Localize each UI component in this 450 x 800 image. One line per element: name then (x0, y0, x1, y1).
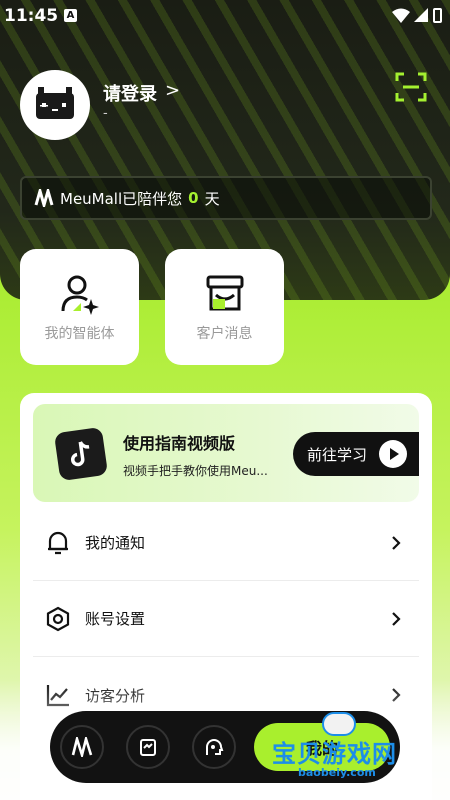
scan-icon[interactable] (395, 72, 427, 102)
menu-item-label: 访客分析 (85, 686, 146, 705)
chart-line-icon (46, 685, 69, 707)
status-time: 11:45 (4, 6, 59, 26)
tab-home[interactable] (60, 725, 104, 769)
chevron-right-icon (392, 688, 401, 702)
menu-item-label: 我的通知 (85, 534, 146, 552)
go-learn-label: 前往学习 (307, 445, 368, 464)
accompany-days: 0 (188, 189, 199, 207)
guide-title: 使用指南视频版 (123, 434, 236, 453)
chevron-right-icon (392, 611, 401, 626)
agent-user-icon (61, 275, 99, 315)
signal-icon (414, 8, 428, 22)
guide-subtitle: 视频手把手教你使用Meu... (123, 464, 268, 478)
tab-tasks[interactable] (126, 725, 170, 769)
notification-a-icon: A (64, 9, 77, 22)
meumall-logo-icon (71, 737, 93, 757)
menu-item-notifications[interactable]: 我的通知 (33, 505, 419, 581)
menu-item-account-settings[interactable]: 账号设置 (33, 581, 419, 657)
tab-ai[interactable] (192, 725, 236, 769)
shortcut-customer-messages[interactable]: 客户消息 (165, 249, 284, 365)
menu-item-label: 账号设置 (85, 610, 146, 628)
accompany-banner: MeuMall已陪伴您 0 天 (20, 176, 432, 220)
login-arrow-icon[interactable]: > (165, 80, 180, 101)
avatar[interactable] (20, 70, 90, 140)
robot-avatar-icon (36, 87, 74, 119)
gamepad-icon (322, 712, 356, 736)
clipboard-icon (140, 739, 156, 756)
bell-icon (48, 531, 68, 554)
hexagon-settings-icon (46, 606, 70, 631)
guide-video-banner[interactable]: 使用指南视频版 视频手把手教你使用Meu... 前往学习 (33, 404, 419, 502)
play-icon (379, 440, 407, 468)
shortcut-label: 客户消息 (196, 326, 253, 342)
login-link[interactable]: 请登录 (103, 80, 157, 106)
watermark-text: 宝贝游戏网 (272, 740, 397, 768)
meumall-logo-icon (34, 189, 54, 207)
tiktok-icon (53, 426, 109, 482)
store-icon (206, 275, 243, 311)
wifi-icon (392, 8, 410, 23)
accompany-text: MeuMall已陪伴您 (60, 189, 183, 208)
accompany-unit: 天 (204, 189, 220, 208)
battery-icon (433, 8, 442, 23)
shortcut-my-agent[interactable]: 我的智能体 (20, 249, 139, 365)
watermark: 宝贝游戏网 baobeiy.com (270, 712, 420, 782)
go-learn-button[interactable]: 前往学习 (293, 432, 419, 476)
chevron-right-icon (392, 535, 401, 550)
shortcut-label: 我的智能体 (44, 326, 115, 342)
watermark-url: baobeiy.com (298, 766, 376, 779)
user-subtitle: - (103, 106, 108, 121)
status-bar: 11:45 A (0, 0, 450, 32)
ai-head-icon (206, 739, 224, 755)
